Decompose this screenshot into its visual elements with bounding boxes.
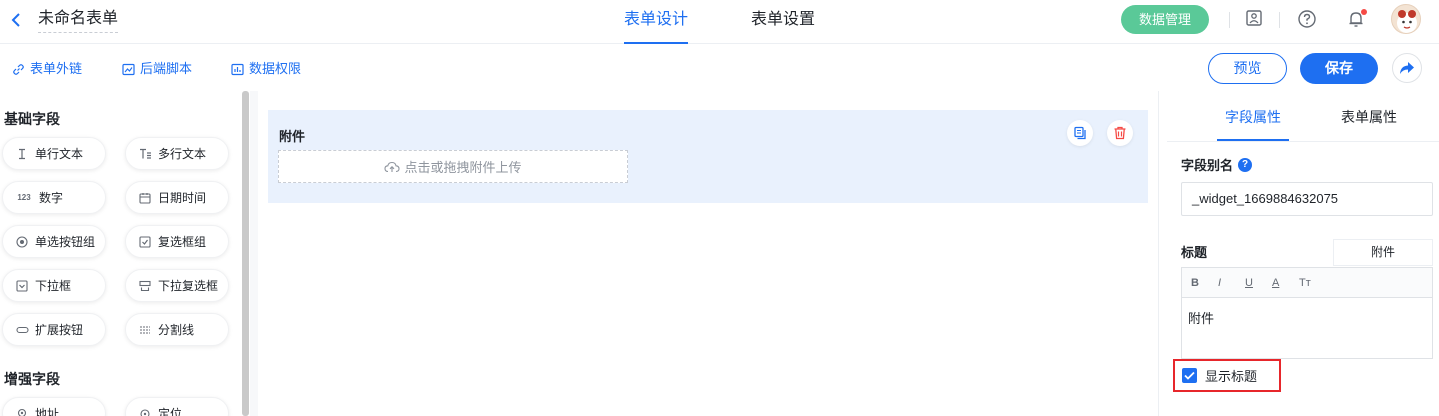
italic-button[interactable]: I [1218, 277, 1245, 289]
field-multi-line-text[interactable]: 多行文本 [125, 137, 229, 170]
tab-divider [1167, 141, 1439, 142]
field-extend-button[interactable]: 扩展按钮 [2, 313, 106, 346]
widget-label: 附件 [279, 129, 306, 144]
tab-form-properties[interactable]: 表单属性 [1341, 109, 1397, 141]
divider-icon [138, 323, 152, 337]
checkbox-icon [138, 235, 152, 249]
field-address[interactable]: 地址 [2, 397, 106, 416]
link-icon [13, 63, 24, 75]
font-color-button[interactable]: A [1272, 277, 1299, 289]
upload-text: 点击或拖拽附件上传 [404, 160, 522, 175]
field-label: 下拉框 [35, 279, 72, 293]
copy-widget-button[interactable] [1067, 120, 1093, 146]
alias-label: 字段别名 ? [1181, 155, 1253, 174]
show-title-checkbox[interactable] [1182, 368, 1197, 383]
enhanced-fields-title: 增强字段 [4, 371, 60, 387]
data-manage-button[interactable]: 数据管理 [1121, 5, 1209, 34]
field-divider[interactable]: 分割线 [125, 313, 229, 346]
field-label: 扩展按钮 [35, 323, 84, 337]
title-preview: 附件 [1333, 239, 1433, 266]
field-single-line-text[interactable]: 单行文本 [2, 137, 106, 170]
palette-scrollbar[interactable] [242, 91, 249, 416]
upload-dropzone[interactable]: 点击或拖拽附件上传 [278, 150, 628, 183]
cloud-upload-icon [384, 161, 401, 172]
tab-form-design[interactable]: 表单设计 [624, 10, 689, 44]
field-label: 定位 [158, 407, 183, 416]
form-link-button[interactable]: 表单外链 [12, 60, 82, 78]
locate-icon [138, 407, 152, 416]
form-name[interactable]: 未命名表单 [38, 9, 119, 33]
field-label: 多行文本 [158, 147, 207, 161]
title-label: 标题 [1181, 245, 1208, 260]
dropdown-multi-icon [138, 279, 152, 293]
field-label: 单选按钮组 [35, 235, 96, 249]
link-button-icon [15, 323, 29, 337]
backend-script-label: 后端脚本 [140, 61, 193, 76]
permission-icon [231, 63, 244, 75]
editor-content[interactable]: 附件 [1182, 298, 1432, 337]
data-permission-label: 数据权限 [249, 61, 302, 76]
attachment-widget[interactable]: 附件 点击或拖拽附件上传 [268, 110, 1148, 203]
location-pin-icon [15, 407, 29, 416]
form-canvas: 附件 点击或拖拽附件上传 [258, 91, 1158, 416]
field-radio-group[interactable]: 单选按钮组 [2, 225, 106, 258]
field-dropdown[interactable]: 下拉框 [2, 269, 106, 302]
field-locate[interactable]: 定位 [125, 397, 229, 416]
field-label: 单行文本 [35, 147, 84, 161]
tab-form-settings[interactable]: 表单设置 [751, 10, 815, 44]
avatar[interactable] [1391, 4, 1421, 34]
panel-gutter [250, 91, 258, 416]
divider [1279, 12, 1280, 28]
help-icon[interactable] [1297, 9, 1317, 29]
field-label: 分割线 [158, 323, 195, 337]
show-title-option[interactable]: 显示标题 [1173, 359, 1281, 392]
properties-panel: 字段属性 表单属性 字段别名 ? _widget_1669884632075 标… [1158, 91, 1439, 416]
show-title-label: 显示标题 [1205, 369, 1258, 384]
field-checkbox-group[interactable]: 复选框组 [125, 225, 229, 258]
save-button[interactable]: 保存 [1300, 53, 1378, 84]
underline-button[interactable]: U [1245, 277, 1272, 289]
field-number[interactable]: 123 数字 [2, 181, 106, 214]
checkmark-icon [1184, 371, 1195, 380]
calendar-icon [138, 191, 152, 205]
dropdown-icon [15, 279, 29, 293]
data-permission-button[interactable]: 数据权限 [231, 60, 301, 78]
field-label: 数字 [39, 191, 64, 205]
script-icon [122, 63, 135, 75]
text-cursor-icon [15, 147, 29, 161]
tab-field-properties[interactable]: 字段属性 [1217, 109, 1289, 141]
trash-icon [1114, 126, 1126, 140]
share-button[interactable] [1392, 53, 1422, 83]
question-icon[interactable]: ? [1238, 157, 1253, 172]
field-label: 地址 [35, 407, 60, 416]
field-dropdown-multi[interactable]: 下拉复选框 [125, 269, 229, 302]
field-label: 日期时间 [158, 191, 207, 205]
copy-icon [1074, 126, 1086, 140]
field-label: 复选框组 [158, 235, 207, 249]
contacts-icon[interactable] [1245, 9, 1265, 29]
preview-button[interactable]: 预览 [1208, 53, 1287, 84]
field-palette: 基础字段 单行文本 多行文本 123 数字 日期时间 单选按钮组 复选框组 下拉… [0, 91, 250, 416]
font-size-button[interactable]: Tт [1299, 277, 1326, 289]
number-icon: 123 [17, 193, 31, 202]
bold-button[interactable]: B [1191, 277, 1218, 289]
notification-dot [1361, 9, 1367, 15]
multiline-text-icon [138, 147, 152, 161]
share-arrow-icon [1400, 62, 1414, 74]
title-rich-editor[interactable]: B I U A Tт 附件 [1181, 267, 1433, 359]
form-link-label: 表单外链 [30, 61, 83, 76]
radio-icon [15, 235, 29, 249]
form-toolbar: 表单外链 后端脚本 数据权限 预览 保存 [0, 45, 1439, 91]
basic-fields-title: 基础字段 [4, 111, 60, 127]
back-arrow-icon[interactable] [10, 11, 26, 29]
delete-widget-button[interactable] [1107, 120, 1133, 146]
backend-script-button[interactable]: 后端脚本 [122, 60, 192, 78]
alias-input[interactable]: _widget_1669884632075 [1181, 182, 1433, 216]
divider [1229, 12, 1230, 28]
editor-toolbar: B I U A Tт [1182, 268, 1432, 298]
field-datetime[interactable]: 日期时间 [125, 181, 229, 214]
field-label: 下拉复选框 [158, 279, 219, 293]
alias-label-text: 字段别名 [1181, 158, 1234, 173]
top-bar: 未命名表单 表单设计 表单设置 数据管理 [0, 0, 1439, 44]
